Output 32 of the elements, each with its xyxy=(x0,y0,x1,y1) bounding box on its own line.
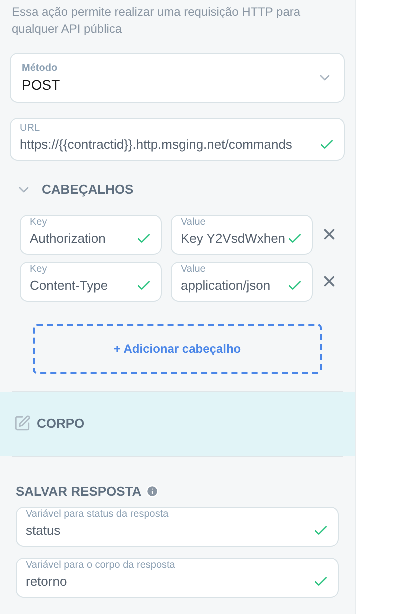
field-label: Value xyxy=(181,216,207,230)
field-label: Variável para o corpo da resposta xyxy=(26,559,176,573)
field-label: Value xyxy=(181,262,207,276)
method-select[interactable]: Método POST xyxy=(10,53,345,103)
field-label: Método xyxy=(22,62,59,76)
input-field[interactable]: Key Authorization xyxy=(20,214,162,254)
field-value: Key Y2VsdWxhen xyxy=(181,230,287,246)
input-field[interactable]: URL https://{{contractid}}.http.msging.net/commands xyxy=(10,118,345,161)
info-icon[interactable] xyxy=(146,484,159,498)
description-text: Essa ação permite realizar uma requisição HTTP para qualquer API pública xyxy=(11,4,302,38)
input-field[interactable]: Variável para status da resposta status xyxy=(16,507,339,547)
field-value: POST xyxy=(22,76,62,94)
field-value: Content-Type xyxy=(30,276,110,294)
field-value: Authorization xyxy=(30,230,107,246)
edit-icon xyxy=(14,415,31,432)
section-title: SALVAR RESPOSTA xyxy=(16,482,142,500)
field-label: Key xyxy=(30,262,48,276)
section-title: CORPO xyxy=(37,414,85,433)
body-section[interactable]: CORPO xyxy=(0,392,355,456)
input-field[interactable]: Key Content-Type xyxy=(20,262,162,302)
input-field[interactable]: Variável para o corpo da resposta retorno xyxy=(16,558,339,598)
field-label: Variável para status da resposta xyxy=(26,508,170,522)
field-label: Key xyxy=(30,216,48,230)
field-value: application/json xyxy=(181,276,272,294)
add-header-button[interactable]: + Adicionar cabeçalho xyxy=(33,324,322,374)
input-field[interactable]: Value Key Y2VsdWxhen xyxy=(171,214,313,254)
field-value: retorno xyxy=(26,573,68,590)
headers-toggle[interactable]: CABEÇALHOS xyxy=(16,180,134,200)
field-label: URL xyxy=(20,122,42,136)
input-field[interactable]: Value application/json xyxy=(171,262,313,302)
field-value: status xyxy=(26,522,62,539)
field-value: https://{{contractid}}.http.msging.net/commands xyxy=(20,136,294,153)
